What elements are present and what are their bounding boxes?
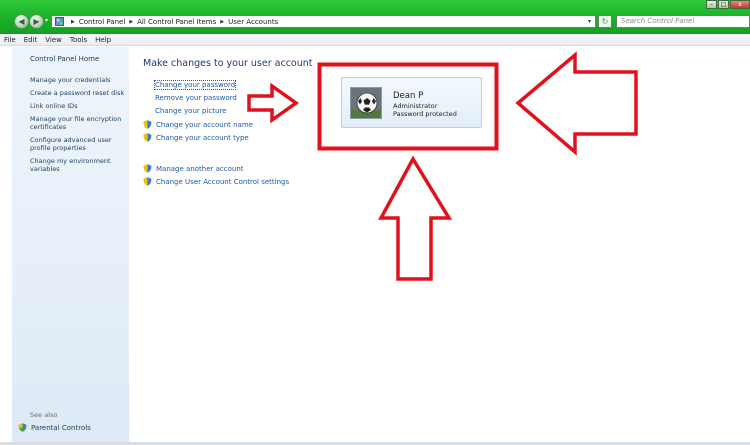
uac-settings-label: Change User Account Control settings (156, 177, 290, 186)
window-left-edge (0, 47, 12, 442)
manage-another-account-link[interactable]: Manage another account (143, 164, 244, 173)
manage-another-account-label: Manage another account (156, 164, 244, 173)
breadcrumb-control-panel[interactable]: Control Panel (79, 18, 125, 26)
task-manage-credentials[interactable]: Manage your credentials (30, 76, 126, 84)
task-list: Manage your credentials Create a passwor… (30, 76, 126, 178)
recent-pages-dropdown[interactable]: ▾ (45, 17, 48, 24)
address-bar[interactable]: ▶ Control Panel ▶ All Control Panel Item… (51, 15, 596, 28)
back-button[interactable]: ◀ (14, 14, 29, 29)
task-advanced-profile[interactable]: Configure advanced user profile properti… (30, 136, 126, 152)
uac-shield-icon (143, 133, 152, 142)
maximize-button[interactable]: □ (718, 0, 729, 9)
parental-controls-link[interactable]: Parental Controls (18, 423, 91, 432)
change-account-type-link[interactable]: Change your account type (143, 133, 249, 142)
change-password-link[interactable]: Change your password (153, 80, 237, 90)
change-picture-link[interactable]: Change your picture (155, 107, 226, 115)
menu-view[interactable]: View (45, 36, 62, 44)
menu-tools[interactable]: Tools (70, 36, 87, 44)
remove-password-link[interactable]: Remove your password (155, 94, 237, 102)
control-panel-icon (55, 17, 64, 26)
breadcrumb-all-items[interactable]: All Control Panel Items (137, 18, 216, 26)
menu-edit[interactable]: Edit (24, 36, 38, 44)
user-name: Dean P (393, 91, 424, 101)
user-account-tile[interactable]: Dean P Administrator Password protected (341, 77, 482, 128)
main-content: Make changes to your user account Change… (129, 47, 750, 442)
menu-bar: File Edit View Tools Help (0, 34, 750, 46)
navigation-pane: Control Panel Home Manage your credentia… (12, 47, 129, 442)
title-bar: ◀ ▶ ▾ ▶ Control Panel ▶ All Control Pane… (0, 0, 750, 34)
breadcrumb-separator-icon: ▶ (71, 18, 75, 25)
control-panel-home-link[interactable]: Control Panel Home (30, 55, 99, 63)
task-environment-variables[interactable]: Change my environment variables (30, 157, 126, 173)
user-role: Administrator (393, 102, 438, 110)
parental-controls-label: Parental Controls (31, 423, 91, 432)
address-dropdown-icon[interactable]: ▾ (588, 18, 591, 25)
uac-settings-link[interactable]: Change User Account Control settings (143, 177, 289, 186)
breadcrumb-separator-icon: ▶ (220, 18, 225, 25)
uac-shield-icon (18, 423, 27, 432)
uac-shield-icon (143, 164, 152, 173)
task-file-encryption[interactable]: Manage your file encryption certificates (30, 115, 126, 131)
breadcrumb-user-accounts[interactable]: User Accounts (228, 18, 278, 26)
change-account-type-label: Change your account type (156, 133, 249, 142)
soccer-ball-icon (350, 87, 382, 119)
breadcrumb-separator-icon: ▶ (129, 18, 134, 25)
forward-button[interactable]: ▶ (29, 14, 44, 29)
uac-shield-icon (143, 120, 152, 129)
task-link-online-ids[interactable]: Link online IDs (30, 102, 126, 110)
user-password-status: Password protected (393, 110, 457, 118)
change-account-name-label: Change your account name (156, 120, 253, 129)
refresh-button[interactable]: ↻ (598, 15, 612, 28)
menu-file[interactable]: File (4, 36, 16, 44)
change-account-name-link[interactable]: Change your account name (143, 120, 253, 129)
window-controls: – □ x (705, 0, 750, 9)
menu-help[interactable]: Help (95, 36, 111, 44)
uac-shield-icon (143, 177, 152, 186)
task-password-reset-disk[interactable]: Create a password reset disk (30, 89, 126, 97)
minimize-button[interactable]: – (706, 0, 717, 9)
page-title: Make changes to your user account (143, 58, 313, 69)
see-also-label: See also (30, 411, 58, 419)
search-input[interactable]: Search Control Panel (616, 15, 750, 28)
close-button[interactable]: x (730, 0, 750, 9)
